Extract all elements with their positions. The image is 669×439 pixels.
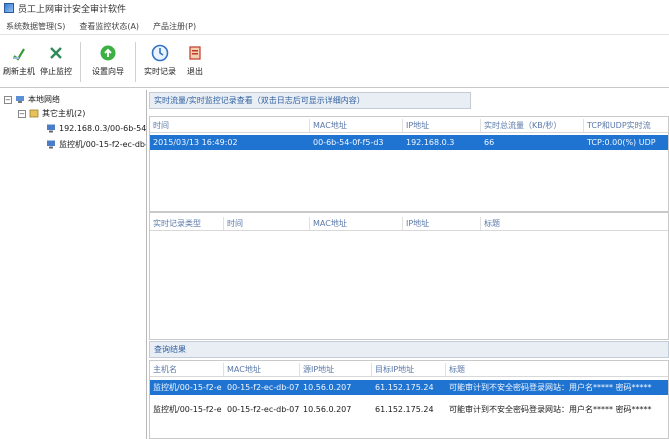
exit-icon <box>186 44 204 62</box>
refresh-host-button[interactable]: 刷新主机 <box>2 38 36 86</box>
col-total-traffic[interactable]: 实时总流量（KB/秒） <box>481 119 584 132</box>
col-time[interactable]: 时间 <box>150 119 310 132</box>
menu-product-register[interactable]: 产品注册(P) <box>153 21 196 32</box>
realtime-panel-title: 实时流量/实时监控记录查看（双击日志后可显示详细内容） <box>149 92 471 109</box>
window-title: 员工上网审计安全审计软件 <box>18 4 127 15</box>
network-icon <box>16 96 24 103</box>
menu-bar: 系统数据管理(S) 查看监控状态(A) 产品注册(P) <box>0 19 669 35</box>
col-hostname[interactable]: 主机名 <box>150 363 224 376</box>
tree-host-item[interactable]: 192.168.0.3/00-6b-54-0 <box>46 124 146 133</box>
table-row[interactable]: 监控机/00-15-f2-e 00-15-f2-ec-db-07 10.56.0… <box>150 380 668 395</box>
stop-icon <box>47 44 65 62</box>
query-table-header: 主机名 MAC地址 源IP地址 目标IP地址 标题 <box>150 363 668 377</box>
col-dst-ip[interactable]: 目标IP地址 <box>372 363 446 376</box>
exit-button[interactable]: 退出 <box>180 38 210 86</box>
query-results-title: 查询结果 <box>149 341 669 358</box>
table-row[interactable]: 2015/03/13 16:49:02 00-6b-54-0f-f5-d3 19… <box>150 135 668 150</box>
toolbar-separator <box>135 42 136 82</box>
network-tree: − 本地网络 − 其它主机(2) 192.168.0.3/00-6b-54-0 … <box>0 90 147 439</box>
computer-icon <box>47 124 55 133</box>
menu-system-data[interactable]: 系统数据管理(S) <box>6 21 65 32</box>
col-ip[interactable]: IP地址 <box>403 119 481 132</box>
realtime-table-header: 时间 MAC地址 IP地址 实时总流量（KB/秒） TCP和UDP实时流 <box>150 119 668 133</box>
collapse-icon[interactable]: − <box>18 109 26 118</box>
group-icon <box>29 109 39 118</box>
realtime-traffic-table: 时间 MAC地址 IP地址 实时总流量（KB/秒） TCP和UDP实时流 201… <box>149 116 669 212</box>
title-bar: 员工上网审计安全审计软件 <box>0 0 669 16</box>
col-query-mac[interactable]: MAC地址 <box>224 363 300 376</box>
menu-monitor-status[interactable]: 查看监控状态(A) <box>79 21 139 32</box>
col-query-title[interactable]: 标题 <box>446 363 668 376</box>
refresh-icon <box>10 44 28 62</box>
col-record-ip[interactable]: IP地址 <box>403 217 481 230</box>
collapse-icon[interactable]: − <box>4 95 12 104</box>
app-icon <box>4 3 14 13</box>
tree-group-other-hosts[interactable]: − 其它主机(2) <box>18 108 85 119</box>
col-record-title[interactable]: 标题 <box>481 217 668 230</box>
realtime-record-button[interactable]: 实时记录 <box>140 38 180 86</box>
col-record-type[interactable]: 实时记录类型 <box>150 217 224 230</box>
col-tcp-udp[interactable]: TCP和UDP实时流 <box>584 119 668 132</box>
clock-icon <box>151 44 169 62</box>
col-src-ip[interactable]: 源IP地址 <box>300 363 372 376</box>
col-record-time[interactable]: 时间 <box>224 217 310 230</box>
main-content: 实时流量/实时监控记录查看（双击日志后可显示详细内容） 时间 MAC地址 IP地… <box>149 90 669 439</box>
toolbar: 刷新主机 停止监控 设置向导 实时记录 退出 <box>0 38 669 88</box>
toolbar-separator <box>80 42 81 82</box>
query-results-table: 主机名 MAC地址 源IP地址 目标IP地址 标题 监控机/00-15-f2-e… <box>149 360 669 439</box>
stop-monitor-button[interactable]: 停止监控 <box>36 38 76 86</box>
setup-wizard-button[interactable]: 设置向导 <box>85 38 131 86</box>
record-table-header: 实时记录类型 时间 MAC地址 IP地址 标题 <box>150 217 668 231</box>
tree-root-local-network[interactable]: − 本地网络 <box>4 94 60 105</box>
col-record-mac[interactable]: MAC地址 <box>310 217 403 230</box>
tree-host-item[interactable]: 监控机/00-15-f2-ec-db-0 <box>46 139 146 150</box>
wizard-icon <box>99 44 117 62</box>
computer-icon <box>47 140 55 149</box>
col-mac[interactable]: MAC地址 <box>310 119 403 132</box>
realtime-record-table: 实时记录类型 时间 MAC地址 IP地址 标题 <box>149 212 669 340</box>
table-row[interactable]: 监控机/00-15-f2-e 00-15-f2-ec-db-07 10.56.0… <box>150 402 668 417</box>
